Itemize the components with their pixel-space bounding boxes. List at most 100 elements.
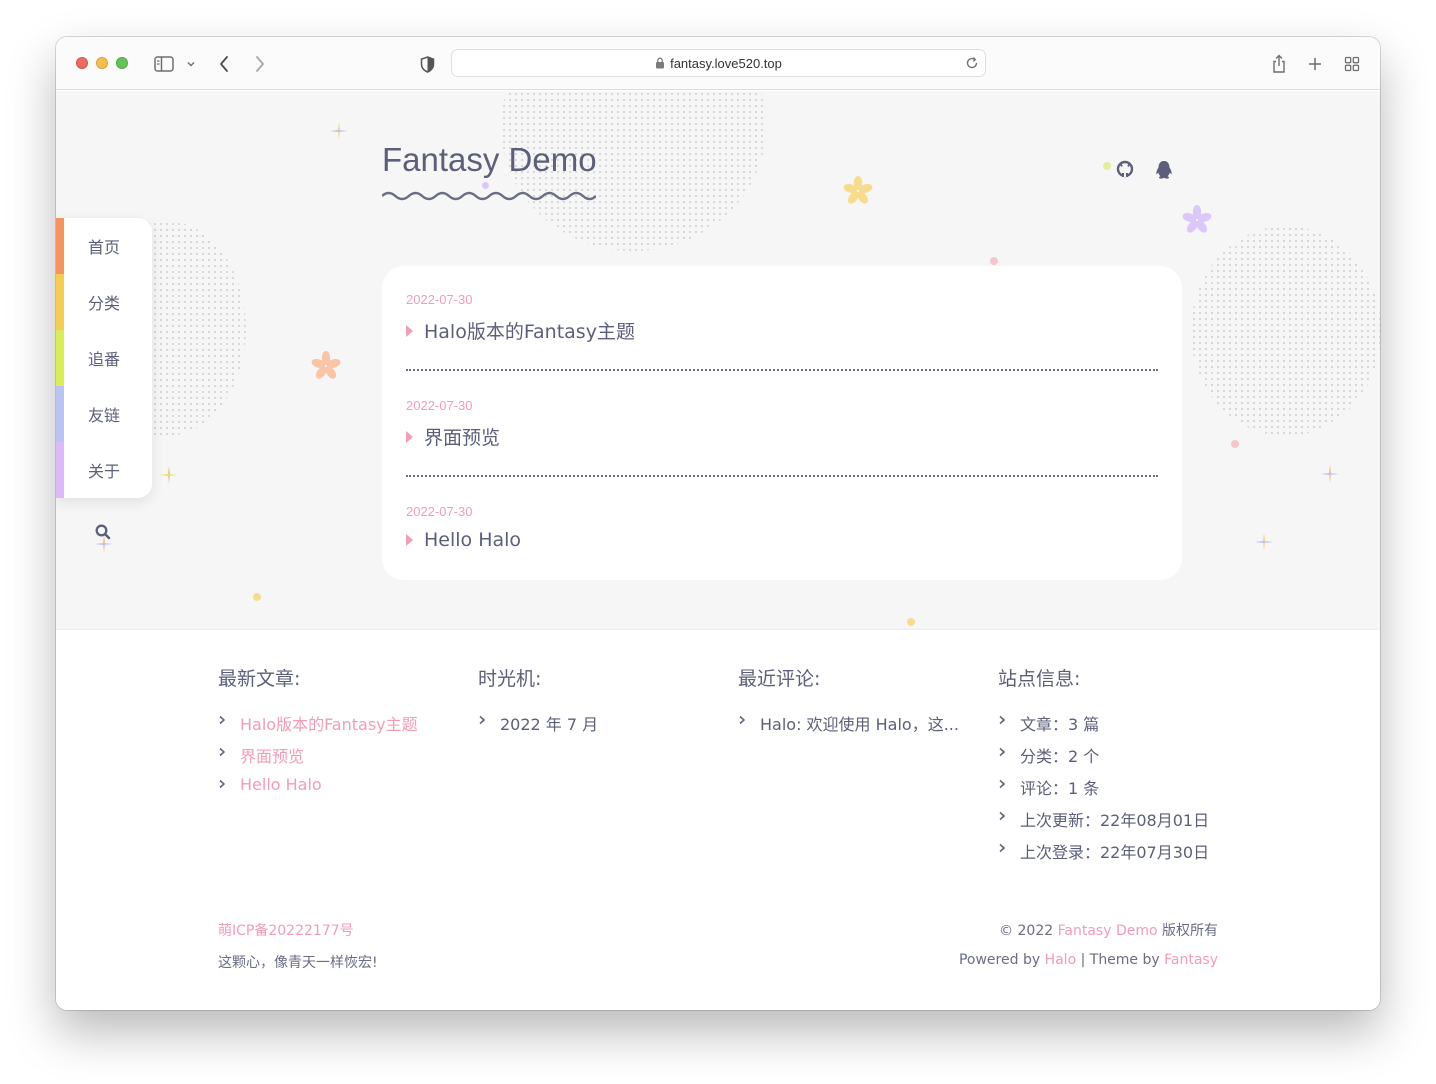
- wave-underline: [382, 191, 596, 201]
- forward-icon[interactable]: [252, 53, 268, 75]
- new-tab-icon[interactable]: [1306, 53, 1324, 75]
- nav-item-bangumi[interactable]: 追番: [56, 330, 152, 386]
- post-title[interactable]: Hello Halo: [406, 529, 1158, 551]
- chevron-right-icon: [738, 711, 760, 725]
- post-item[interactable]: 2022-07-30 界面预览: [406, 398, 1158, 450]
- close-window-button[interactable]: [76, 57, 88, 69]
- zoom-window-button[interactable]: [116, 57, 128, 69]
- flower-icon: [843, 176, 873, 204]
- chevron-right-icon: [998, 743, 1020, 757]
- chevron-right-icon: [218, 743, 240, 757]
- back-icon[interactable]: [216, 53, 232, 75]
- post-date: 2022-07-30: [406, 292, 473, 307]
- footer-post-link[interactable]: Halo版本的Fantasy主题: [218, 711, 418, 743]
- sparkle-icon: [160, 466, 178, 484]
- footer: 最新文章: Halo版本的Fantasy主题 界面预览 Hello Halo 时…: [56, 629, 1380, 1010]
- site-title[interactable]: Fantasy Demo: [382, 141, 597, 179]
- minimize-window-button[interactable]: [96, 57, 108, 69]
- nav-item-categories[interactable]: 分类: [56, 274, 152, 330]
- sparkle-icon: [1321, 465, 1339, 483]
- github-icon[interactable]: [1115, 159, 1135, 179]
- tab-overview-icon[interactable]: [1343, 53, 1361, 75]
- flower-icon: [311, 351, 341, 379]
- comment-link[interactable]: Halo: 欢迎使用 Halo，这...: [738, 711, 959, 743]
- footer-heading: 时光机:: [478, 668, 542, 690]
- side-nav: 首页 分类 追番 友链 关于: [56, 218, 152, 498]
- footer-heading: 最新文章:: [218, 668, 301, 690]
- dot-decoration: [1231, 440, 1239, 448]
- footer-post-title[interactable]: Halo版本的Fantasy主题: [240, 711, 418, 735]
- qq-icon[interactable]: [1153, 159, 1175, 181]
- dotted-circle-decoration: [1191, 226, 1380, 436]
- nav-item-label: 关于: [88, 462, 121, 481]
- footer-post-title[interactable]: Hello Halo: [240, 775, 322, 794]
- dot-decoration: [482, 182, 489, 189]
- archive-label[interactable]: 2022 年 7 月: [500, 711, 598, 735]
- footer-post-link[interactable]: 界面预览: [218, 743, 418, 775]
- post-date: 2022-07-30: [406, 504, 473, 519]
- footer-post-title[interactable]: 界面预览: [240, 743, 304, 767]
- site-info-item: 上次更新：22年08月01日: [998, 807, 1209, 839]
- post-item[interactable]: 2022-07-30 Hello Halo: [406, 504, 1158, 551]
- site-info-text: 评论：1 条: [1020, 779, 1100, 798]
- sparkle-icon: [330, 122, 348, 140]
- nav-color-bar: [56, 330, 64, 386]
- footer-heading: 最近评论:: [738, 668, 821, 690]
- copyright-site-link[interactable]: Fantasy Demo: [1058, 923, 1158, 939]
- dot-decoration: [253, 593, 261, 601]
- nav-item-about[interactable]: 关于: [56, 442, 152, 498]
- footer-archive: 时光机: 2022 年 7 月: [478, 664, 598, 743]
- post-item[interactable]: 2022-07-30 Halo版本的Fantasy主题: [406, 292, 1158, 344]
- site-info-item: 文章：3 篇: [998, 711, 1209, 743]
- copyright-suffix: 版权所有: [1162, 923, 1218, 939]
- footer-post-link[interactable]: Hello Halo: [218, 775, 418, 807]
- web-page: Fantasy Demo 首页 分类 追番 友链 关于 2022-07-30 H…: [56, 91, 1380, 1010]
- nav-item-home[interactable]: 首页: [56, 218, 152, 274]
- post-divider: [406, 475, 1158, 477]
- triangle-icon: [406, 324, 413, 337]
- chevron-right-icon: [998, 839, 1020, 853]
- post-list-card: 2022-07-30 Halo版本的Fantasy主题 2022-07-30 界…: [382, 266, 1182, 580]
- nav-item-links[interactable]: 友链: [56, 386, 152, 442]
- url-text: fantasy.love520.top: [670, 55, 782, 71]
- footer-latest-posts: 最新文章: Halo版本的Fantasy主题 界面预览 Hello Halo: [218, 664, 418, 807]
- nav-item-label: 首页: [88, 238, 121, 257]
- sidebar-icon[interactable]: [153, 53, 175, 75]
- site-info-text: 文章：3 篇: [1020, 715, 1100, 734]
- search-icon[interactable]: [94, 523, 112, 545]
- address-bar[interactable]: fantasy.love520.top: [451, 49, 986, 77]
- site-info-item: 分类：2 个: [998, 743, 1209, 775]
- copyright-prefix: © 2022: [999, 923, 1054, 939]
- post-title-text: Hello Halo: [424, 529, 522, 551]
- nav-color-bar: [56, 386, 64, 442]
- reload-icon[interactable]: [965, 56, 979, 70]
- hero-section: Fantasy Demo 首页 分类 追番 友链 关于 2022-07-30 H…: [56, 91, 1380, 629]
- chevron-right-icon: [998, 775, 1020, 789]
- nav-item-label: 分类: [88, 294, 121, 313]
- chevron-down-icon[interactable]: [185, 53, 197, 75]
- comment-text[interactable]: Halo: 欢迎使用 Halo，这...: [760, 711, 959, 735]
- halo-link[interactable]: Halo: [1045, 952, 1077, 968]
- shield-icon[interactable]: [418, 53, 436, 75]
- powered-by: Powered by Halo | Theme by Fantasy: [959, 952, 1218, 968]
- chevron-right-icon: [998, 711, 1020, 725]
- share-icon[interactable]: [1270, 53, 1288, 75]
- chevron-right-icon: [478, 711, 500, 725]
- post-title[interactable]: Halo版本的Fantasy主题: [406, 317, 1158, 344]
- archive-link[interactable]: 2022 年 7 月: [478, 711, 598, 743]
- nav-color-bar: [56, 274, 64, 330]
- footer-heading: 站点信息:: [998, 668, 1081, 690]
- post-date: 2022-07-30: [406, 398, 473, 413]
- fantasy-theme-link[interactable]: Fantasy: [1164, 952, 1218, 968]
- dot-decoration: [907, 618, 915, 626]
- sparkle-icon: [1255, 533, 1273, 551]
- lock-icon: [655, 57, 665, 69]
- post-title[interactable]: 界面预览: [406, 423, 1158, 450]
- chevron-right-icon: [218, 775, 240, 789]
- chevron-right-icon: [218, 711, 240, 725]
- icp-link[interactable]: 萌ICP备20222177号: [218, 920, 354, 940]
- nav-color-bar: [56, 442, 64, 498]
- browser-toolbar: fantasy.love520.top: [56, 37, 1380, 90]
- chevron-right-icon: [998, 807, 1020, 821]
- copyright: © 2022 Fantasy Demo 版权所有: [999, 920, 1218, 940]
